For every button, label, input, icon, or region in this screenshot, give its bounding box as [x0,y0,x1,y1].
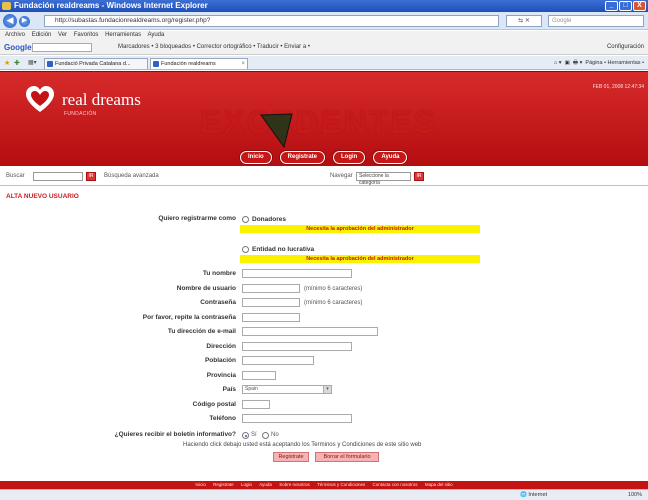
approval-notice: Necesita la aprobación del administrador [240,255,480,263]
address-input[interactable] [242,342,352,351]
email-input[interactable] [242,327,378,336]
footer-link[interactable]: Inicio [195,482,206,487]
username-input[interactable] [242,284,300,293]
newsletter-yes-label: Sí [251,432,257,438]
footer-link[interactable]: Login [241,482,252,487]
password-hint: (mínimo 6 caracteres) [304,300,363,306]
newsletter-no-radio[interactable] [262,432,269,439]
radio-donadores[interactable] [242,216,249,223]
address-label: Dirección [206,343,236,350]
register-as-label: Quiero registrarme como [158,215,236,222]
name-input[interactable] [242,269,352,278]
country-label: País [222,386,236,393]
approval-notice: Necesita la aprobación del administrador [240,225,480,233]
province-input[interactable] [242,371,276,380]
terms-text: Haciendo click debajo usted está aceptan… [183,442,422,448]
email-label: Tu dirección de e-mail [167,328,236,335]
submit-button[interactable]: Registrate [273,452,309,462]
newsletter-yes-radio[interactable] [242,432,249,439]
registration-form: Quiero registrarme como Donadores Necesi… [0,0,648,500]
footer-link[interactable]: Contacta con nosotros [373,482,418,487]
reset-button[interactable]: Borrar el formulario [315,452,379,462]
footer-link[interactable]: Mapa del sitio [425,482,453,487]
security-zone: 🌐 Internet [520,490,547,500]
country-select[interactable]: Spain ▾ [242,385,332,394]
newsletter-no-label: No [271,432,279,438]
username-hint: (mínimo 6 caracteres) [304,286,363,292]
option-entidad-label: Entidad no lucrativa [252,246,315,253]
option-donadores-label: Donadores [252,216,286,223]
city-label: Población [204,357,236,364]
site-footer: Inicio Registrate Login Ayuda Sobre noso… [0,481,648,489]
city-input[interactable] [242,356,314,365]
chevron-down-icon[interactable]: ▾ [323,386,331,393]
status-bar: 🌐 Internet 100% [0,489,648,500]
zoom-level[interactable]: 100% [628,490,642,500]
password-label: Contraseña [200,299,236,306]
name-label: Tu nombre [202,270,236,277]
postal-label: Código postal [192,401,236,408]
footer-link[interactable]: Sobre nosotros [279,482,310,487]
password-repeat-input[interactable] [242,313,300,322]
footer-link[interactable]: Términos y Condiciones [317,482,365,487]
footer-link[interactable]: Registrate [213,482,234,487]
footer-link[interactable]: Ayuda [259,482,272,487]
country-value: Spain [245,386,258,392]
password-repeat-label: Por favor, repite la contraseña [142,314,236,321]
password-input[interactable] [242,298,300,307]
zone-label: Internet [528,492,548,498]
globe-icon: 🌐 [520,492,527,498]
phone-input[interactable] [242,414,352,423]
postal-input[interactable] [242,400,270,409]
username-label: Nombre de usuario [176,285,236,292]
phone-label: Teléfono [209,415,236,422]
radio-entidad[interactable] [242,246,249,253]
province-label: Provincia [206,372,236,379]
newsletter-label: ¿Quieres recibir el boletín informativo? [114,431,236,438]
